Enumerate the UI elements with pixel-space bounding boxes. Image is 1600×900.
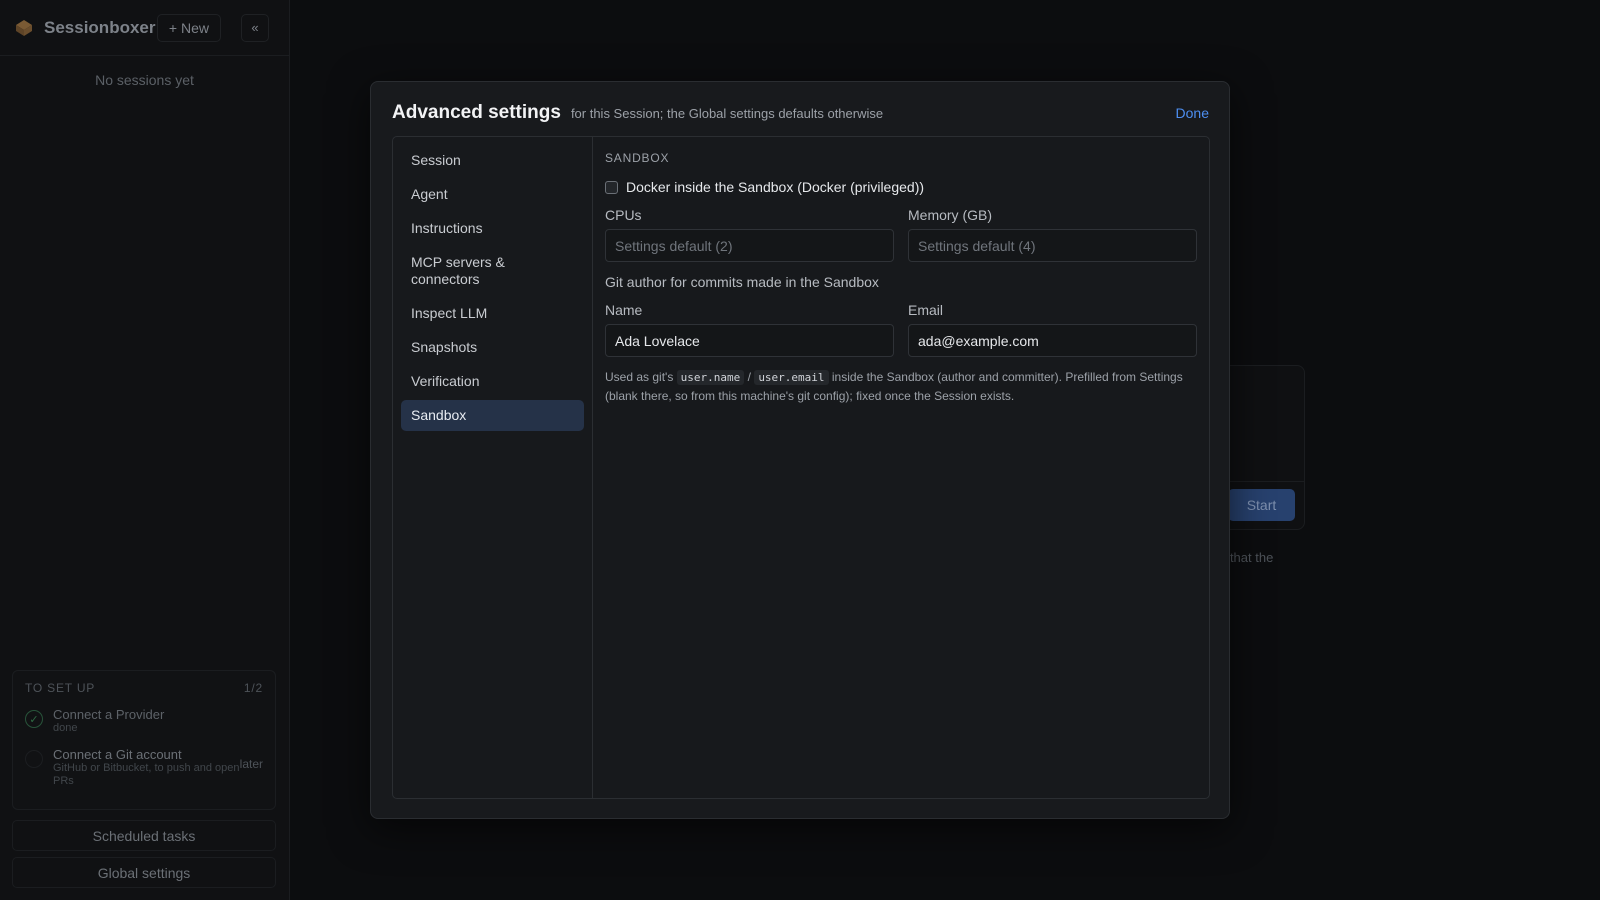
- modal-subtitle: for this Session; the Global settings de…: [570, 106, 884, 121]
- docker-checkbox[interactable]: [605, 180, 618, 194]
- nav-item-instructions[interactable]: Instructions: [401, 213, 584, 244]
- cpus-field: CPUs: [605, 207, 894, 262]
- scheduled-tasks-button[interactable]: Scheduled tasks: [12, 820, 276, 851]
- nav-item-mcp-servers[interactable]: MCP servers & connectors: [401, 247, 584, 295]
- app-title: Sessionboxer: [44, 17, 156, 37]
- memory-field: Memory (GB): [908, 207, 1197, 262]
- memory-input[interactable]: [908, 229, 1197, 262]
- code-user-email: user.email: [754, 370, 829, 385]
- resources-row: CPUs Memory (GB): [605, 207, 1197, 262]
- app-logo-icon: [16, 19, 32, 36]
- help-prefix: Used as git's: [605, 370, 674, 384]
- setup-item-git[interactable]: Connect a Git account GitHub or Bitbucke…: [13, 747, 275, 788]
- docker-checkbox-row[interactable]: Docker inside the Sandbox (Docker (privi…: [605, 179, 1197, 195]
- cpus-label: CPUs: [605, 207, 642, 223]
- git-author-row: Name Email: [605, 302, 1197, 357]
- sidebar: Sessionboxer + New « No sessions yet TO …: [0, 0, 290, 900]
- setup-item-subtitle: done: [53, 722, 78, 734]
- advanced-settings-modal: Advanced settings for this Session; the …: [370, 81, 1230, 819]
- setup-checklist: TO SET UP 1/2 ✓ Connect a Provider done …: [12, 670, 276, 810]
- name-label: Name: [605, 302, 643, 318]
- empty-sessions-text: No sessions yet: [95, 72, 194, 88]
- settings-nav: Session Agent Instructions MCP servers &…: [393, 137, 593, 798]
- email-field: Email: [908, 302, 1197, 357]
- check-circle-icon: ✓: [25, 710, 43, 728]
- nav-item-inspect-llm[interactable]: Inspect LLM: [401, 298, 584, 329]
- sandbox-settings-panel: SANDBOX Docker inside the Sandbox (Docke…: [593, 137, 1209, 798]
- nav-item-snapshots[interactable]: Snapshots: [401, 332, 584, 363]
- empty-circle-icon: [25, 750, 43, 768]
- docker-checkbox-label[interactable]: Docker inside the Sandbox (Docker (privi…: [626, 179, 924, 195]
- setup-item-subtitle: GitHub or Bitbucket, to push and open PR…: [53, 762, 240, 787]
- help-separator: /: [747, 370, 751, 384]
- email-label: Email: [908, 302, 944, 318]
- start-button: Start: [1228, 489, 1295, 521]
- email-input[interactable]: [908, 324, 1197, 357]
- done-button[interactable]: Done: [1176, 105, 1209, 121]
- code-user-name: user.name: [676, 370, 745, 385]
- nav-item-sandbox[interactable]: Sandbox: [401, 400, 584, 431]
- git-author-help-text: Used as git's user.name / user.email ins…: [605, 368, 1197, 405]
- nav-item-agent[interactable]: Agent: [401, 179, 584, 210]
- setup-heading: TO SET UP: [25, 681, 96, 695]
- section-heading: SANDBOX: [605, 151, 670, 165]
- setup-progress: 1/2: [243, 681, 263, 695]
- modal-body: Session Agent Instructions MCP servers &…: [392, 136, 1210, 799]
- cpus-input[interactable]: [605, 229, 894, 262]
- later-button[interactable]: later: [240, 757, 263, 788]
- global-settings-button[interactable]: Global settings: [12, 857, 276, 888]
- nav-item-verification[interactable]: Verification: [401, 366, 584, 397]
- git-author-heading: Git author for commits made in the Sandb…: [605, 274, 879, 290]
- memory-label: Memory (GB): [908, 207, 992, 223]
- name-field: Name: [605, 302, 894, 357]
- modal-header: Advanced settings for this Session; the …: [392, 102, 1209, 132]
- nav-item-session[interactable]: Session: [401, 145, 584, 176]
- setup-item-title: Connect a Git account: [53, 747, 182, 762]
- sidebar-header: Sessionboxer + New «: [0, 0, 289, 56]
- modal-title: Advanced settings: [392, 102, 561, 123]
- setup-item-title: Connect a Provider: [53, 707, 165, 722]
- new-session-button[interactable]: + New: [156, 13, 221, 42]
- setup-item-provider[interactable]: ✓ Connect a Provider done: [13, 707, 275, 735]
- setup-header: TO SET UP 1/2: [13, 671, 275, 695]
- name-input[interactable]: [605, 324, 894, 357]
- collapse-sidebar-button[interactable]: «: [241, 13, 269, 42]
